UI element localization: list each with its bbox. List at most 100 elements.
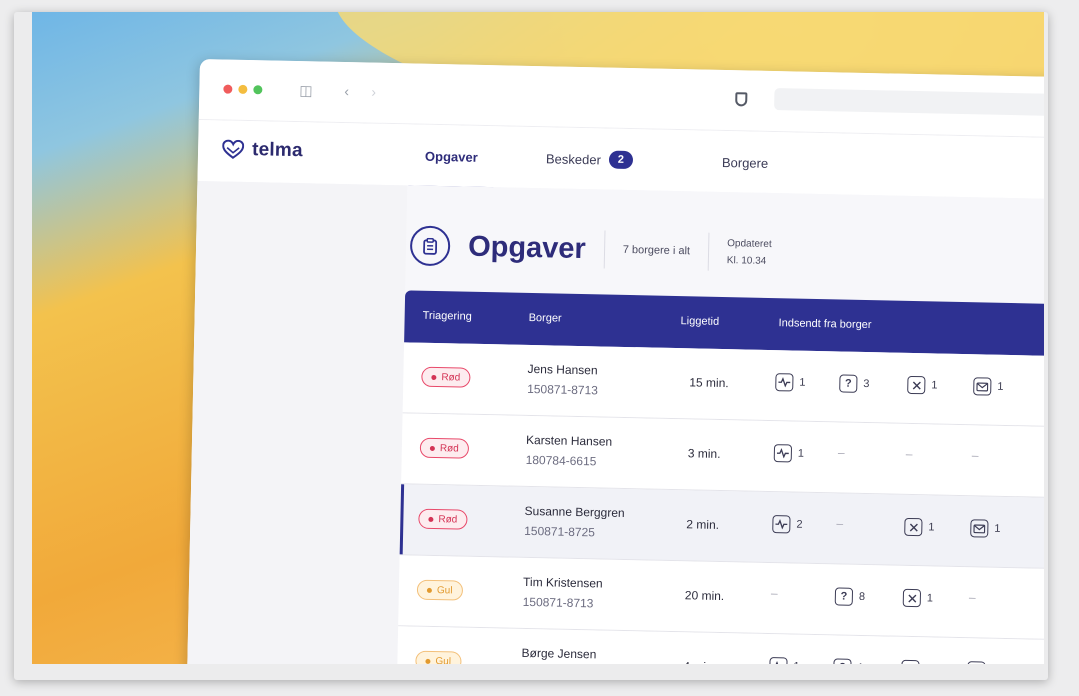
column-header-liggetid[interactable]: Liggetid [680,315,719,328]
citizen-name: Karsten Hansen [525,432,613,449]
page-header: Opgaver 7 borgere i alt Opdateret Kl. 10… [409,221,772,277]
pulse-icon [769,657,788,664]
empty-dash: – [770,586,778,601]
forward-icon[interactable]: › [371,84,376,100]
empty-cell: – [906,447,913,461]
triage-label: Rød [439,442,459,455]
triage-label: Gul [435,655,452,664]
sidebar-toggle-icon[interactable]: ◫ [299,82,313,99]
submission-cell[interactable]: 1 [907,375,938,395]
citizen-name: Børge Jensen [521,645,597,662]
updated-info: Opdateret Kl. 10.34 [727,235,772,270]
table-body: Rød Jens Hansen 150871-8713 15 min. 1? 3 1 1 Rød… [396,342,1044,664]
submission-cell[interactable]: 1 [769,657,800,664]
cross-icon [902,588,922,608]
empty-dash: – [837,445,845,460]
sidebar [186,180,408,664]
column-header-indsendt[interactable]: Indsendt fra borger [778,317,871,331]
tab-opgaver-label: Opgaver [424,148,478,165]
cross-icon [907,375,926,395]
desktop-wallpaper: ◫ ‹ › telma Opgaver Beskeder 2 Borgere O… [32,12,1044,664]
browser-window: ◫ ‹ › telma Opgaver Beskeder 2 Borgere O… [186,59,1044,664]
submission-count: 1 [997,380,1004,393]
citizen-cpr: 150871-8725 [524,523,596,540]
tab-beskeder[interactable]: Beskeder 2 [545,127,634,191]
empty-cell: – [836,516,843,530]
submission-cell[interactable]: 1 [973,377,1004,396]
telma-logo[interactable]: telma [222,138,303,162]
submission-cell[interactable]: 1 [904,517,935,537]
empty-dash: – [971,448,979,463]
address-bar[interactable] [774,88,1044,117]
empty-cell: – [838,445,845,459]
clipboard-icon [409,225,451,267]
submission-cell[interactable]: 1 [970,519,1001,538]
submission-count: 1 [925,663,931,664]
citizen-name: Susanne Berggren [524,503,625,520]
waiting-time: 2 min. [686,517,720,532]
submission-cell[interactable]: 1 [967,661,997,664]
unread-badge: 2 [608,150,634,170]
citizen-count: 7 borgere i alt [622,243,691,258]
mail-icon [970,519,989,538]
submission-count: 8 [858,590,866,604]
submission-count: 1 [857,662,863,664]
maximize-window-button[interactable] [253,85,263,95]
back-icon[interactable]: ‹ [344,83,349,99]
mail-icon [973,377,992,396]
submission-count: 3 [863,377,870,391]
empty-dash: – [968,590,976,605]
submission-cell[interactable]: ? 8 [834,587,866,606]
triage-label: Gul [436,584,453,596]
triage-badge: Rød [418,508,468,530]
column-header-triagering[interactable]: Triagering [423,310,472,323]
updated-label: Opdateret [727,238,772,251]
question-icon: ? [833,658,852,664]
empty-cell: – [972,448,979,462]
citizen-cpr: 180784-6615 [525,452,597,469]
triage-badge: Gul [415,650,462,664]
column-header-borger[interactable]: Borger [529,312,562,325]
waiting-time: 15 min. [689,375,729,391]
triage-dot-icon [428,516,434,522]
citizen-name: Tim Kristensen [522,574,603,591]
content-area: Opgaver 7 borgere i alt Opdateret Kl. 10… [186,180,1044,664]
mail-icon [967,661,986,664]
submission-count: 1 [793,661,799,664]
submission-cell[interactable]: 1 [775,373,806,392]
citizen-cpr: 150871-8713 [522,594,594,611]
submission-cell[interactable]: ? 3 [839,374,870,393]
tab-borgere-label: Borgere [721,154,769,171]
logo-text: telma [251,139,303,162]
minimize-window-button[interactable] [238,84,248,94]
empty-cell: – [771,586,778,600]
waiting-time: 20 min. [684,588,725,604]
pulse-icon [773,444,793,463]
tab-borgere[interactable]: Borgere [721,131,769,194]
cross-icon [901,659,920,664]
citizen-cpr: 150871-8713 [527,381,599,398]
divider [707,232,710,271]
heart-logo-icon [222,139,245,159]
waiting-time: 3 min. [687,446,721,461]
triage-dot-icon [426,587,432,593]
citizen-name: Jens Hansen [527,361,598,378]
submission-cell[interactable]: 1 [773,444,804,463]
submission-cell[interactable]: 1 [902,588,933,608]
triage-label: Rød [441,371,461,384]
triage-badge: Rød [419,437,470,459]
tasks-table: Triagering Borger Liggetid Indsendt fra … [396,290,1044,664]
main-panel: Opgaver 7 borgere i alt Opdateret Kl. 10… [396,185,1044,664]
close-window-button[interactable] [223,84,233,94]
updated-time: Kl. 10.34 [726,255,767,267]
submission-cell[interactable]: ?1 [833,658,864,664]
triage-label: Rød [438,513,458,525]
tab-opgaver[interactable]: Opgaver [424,125,478,188]
submission-count: 1 [994,522,1001,535]
triage-dot-icon [425,658,431,664]
submission-cell[interactable]: 1 [901,659,932,664]
submission-cell[interactable]: 2 [772,515,803,534]
empty-cell: – [969,590,976,604]
triage-badge: Rød [421,366,471,388]
cross-icon [904,517,923,537]
